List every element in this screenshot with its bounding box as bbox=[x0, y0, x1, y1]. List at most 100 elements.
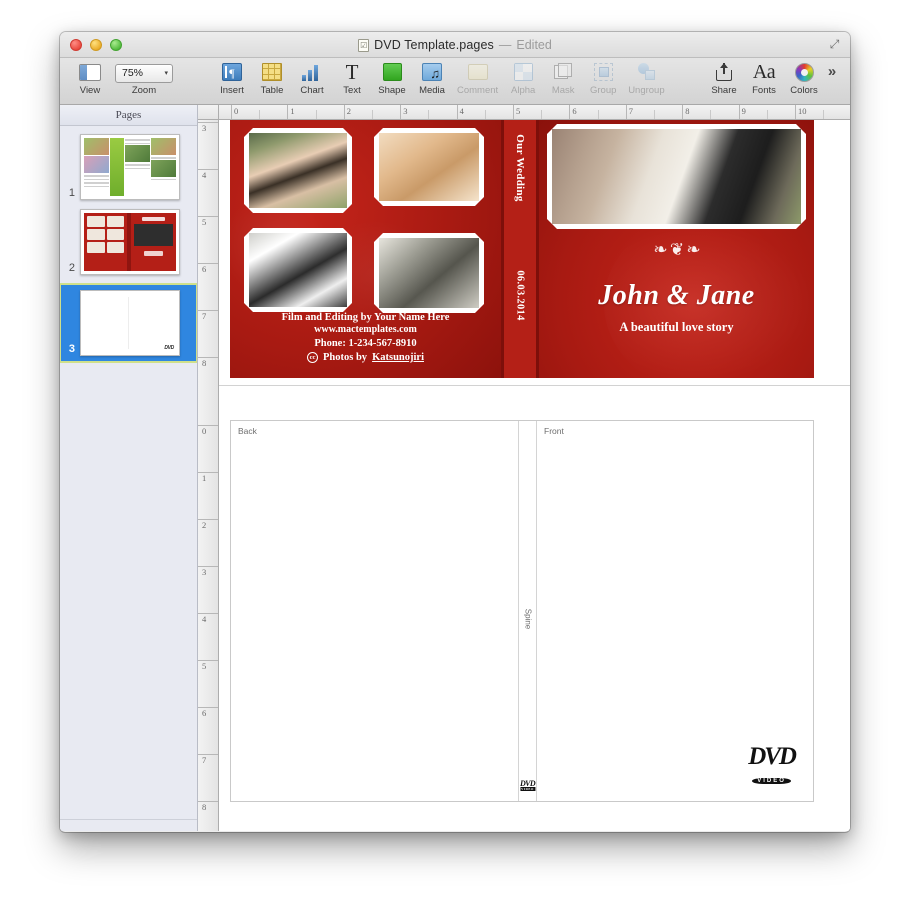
colors-label: Colors bbox=[790, 85, 818, 96]
ruler-tick bbox=[198, 660, 218, 661]
template-spine-region[interactable]: Spine DVD VIDEO bbox=[519, 421, 537, 801]
chart-button[interactable]: Chart bbox=[292, 61, 332, 96]
ruler-half-tick bbox=[372, 110, 373, 119]
group-label: Group bbox=[589, 85, 617, 96]
ruler-tick bbox=[400, 105, 402, 119]
full-screen-icon[interactable]: ⤢ bbox=[828, 38, 841, 51]
couple-walking-photo[interactable] bbox=[547, 124, 806, 229]
sidebar-header: Pages bbox=[60, 105, 197, 126]
ruler-label: 2 bbox=[346, 106, 352, 116]
document-canvas[interactable]: Film and Editing by Your Name Here www.m… bbox=[219, 120, 850, 831]
ruler-label: 2 bbox=[202, 520, 207, 530]
page-thumbnail-3[interactable]: 3 DVD bbox=[60, 283, 197, 363]
couple-names: John & Jane bbox=[598, 280, 755, 311]
window-title: DVD Template.pages bbox=[374, 38, 494, 52]
ruler-tick bbox=[198, 566, 218, 567]
back-credits-text[interactable]: Film and Editing by Your Name Here www.m… bbox=[230, 311, 501, 364]
view-button[interactable]: View bbox=[70, 61, 110, 96]
zoom-value: 75% bbox=[122, 67, 144, 79]
couple-kissing-bw-photo[interactable] bbox=[374, 233, 484, 313]
template-back-label: Back bbox=[238, 426, 257, 436]
ruler-label: 5 bbox=[202, 217, 207, 227]
ruler-tick bbox=[287, 105, 289, 119]
bride-groom-bw-photo[interactable] bbox=[244, 228, 352, 312]
insert-button[interactable]: Insert bbox=[212, 61, 252, 96]
ruler-tick bbox=[198, 122, 218, 123]
comment-icon bbox=[467, 61, 488, 83]
share-icon bbox=[716, 61, 732, 83]
insert-label: Insert bbox=[220, 85, 244, 96]
page-number-1: 1 bbox=[68, 187, 75, 199]
template-front-region[interactable]: Front DVD VIDEO bbox=[537, 421, 813, 801]
share-label: Share bbox=[711, 85, 737, 96]
ruler-tick bbox=[682, 105, 684, 119]
ruler-tick bbox=[738, 105, 740, 119]
ruler-tick bbox=[343, 105, 345, 119]
share-button[interactable]: Share bbox=[704, 61, 744, 96]
text-button[interactable]: T Text bbox=[332, 60, 372, 97]
cover-front-panel[interactable]: ❧ ❦ ❧ John & Jane A beautiful love story bbox=[539, 120, 814, 378]
ruler-tick bbox=[198, 263, 218, 264]
ruler-tick bbox=[625, 105, 627, 119]
shape-label: Shape bbox=[378, 85, 406, 96]
page-thumbnail-1[interactable]: 1 bbox=[60, 134, 197, 200]
page-thumbnail-2[interactable]: 2 bbox=[60, 209, 197, 275]
ruler-label: 4 bbox=[202, 170, 207, 180]
chevron-double-right-icon[interactable]: » bbox=[826, 61, 838, 83]
template-front-label: Front bbox=[544, 426, 564, 436]
text-label: Text bbox=[343, 85, 361, 96]
window-content: Pages 1 2 3 DVD 0 1 2 3 4 5 6 7 8 9 10 3… bbox=[60, 105, 850, 831]
ruler-label: 6 bbox=[202, 264, 207, 274]
dvd-cover-artwork[interactable]: Film and Editing by Your Name Here www.m… bbox=[230, 120, 814, 378]
template-spine-label: Spine bbox=[523, 608, 532, 629]
cover-spine-panel[interactable]: Our Wedding 06.03.2014 bbox=[501, 120, 539, 378]
ruler-tick bbox=[198, 425, 218, 426]
spine-dvd-video-logo: DVD VIDEO bbox=[519, 779, 536, 791]
group-button: Group bbox=[583, 61, 623, 96]
ruler-half-tick bbox=[484, 110, 486, 119]
flourish-ornament-icon: ❧ ❦ ❧ bbox=[653, 240, 700, 259]
photographer-link[interactable]: Katsunojiri bbox=[372, 351, 424, 364]
fonts-button[interactable]: Aa Fonts bbox=[744, 61, 784, 96]
ruler-label: 5 bbox=[202, 661, 207, 671]
blank-dvd-template-page[interactable]: Back Spine DVD VIDEO Front DVD VIDEO bbox=[230, 420, 814, 802]
chevron-down-icon[interactable]: ▾ bbox=[164, 69, 168, 77]
mask-label: Mask bbox=[551, 85, 575, 96]
chart-icon bbox=[302, 61, 322, 83]
cover-back-panel[interactable]: Film and Editing by Your Name Here www.m… bbox=[230, 120, 501, 378]
couple-embracing-photo[interactable] bbox=[244, 128, 352, 213]
ruler-half-tick bbox=[766, 110, 768, 119]
sidebar-title: Pages bbox=[115, 109, 142, 121]
ruler-half-tick bbox=[710, 110, 712, 119]
page-thumbnail-list: 1 2 3 DVD bbox=[60, 126, 197, 819]
ruler-half-tick bbox=[428, 110, 430, 119]
media-label: Media bbox=[419, 85, 445, 96]
ruler-tick bbox=[198, 801, 218, 802]
ruler-half-tick bbox=[654, 110, 655, 119]
colors-button[interactable]: Colors bbox=[784, 61, 824, 96]
page-number-2: 2 bbox=[68, 262, 75, 274]
horizontal-ruler[interactable]: 01234567891011 bbox=[219, 105, 850, 120]
ruler-label: 8 bbox=[685, 106, 690, 116]
ruler-tick bbox=[198, 613, 218, 614]
zoom-popup-icon[interactable]: 75% ▾ bbox=[115, 61, 173, 83]
credit-line-1: Film and Editing by Your Name Here bbox=[281, 311, 450, 323]
vertical-ruler[interactable]: 3 4 5 6 7 8 0 1 2 3 4 5 6 7 8 bbox=[198, 120, 219, 831]
toolbar-overflow-button[interactable]: » bbox=[824, 61, 840, 83]
text-icon: T bbox=[345, 60, 359, 84]
table-label: Table bbox=[260, 85, 284, 96]
main-toolbar: View 75% ▾ Zoom Insert Table bbox=[60, 58, 850, 105]
edited-status: Edited bbox=[516, 38, 552, 52]
media-button[interactable]: Media bbox=[412, 61, 452, 96]
ruler-label: 7 bbox=[202, 311, 207, 321]
wedding-rings-hands-photo[interactable] bbox=[374, 128, 484, 206]
photos-by-label: Photos by bbox=[323, 351, 368, 363]
table-button[interactable]: Table bbox=[252, 61, 292, 96]
shape-button[interactable]: Shape bbox=[372, 61, 412, 96]
template-back-region[interactable]: Back bbox=[231, 421, 519, 801]
spine-date: 06.03.2014 bbox=[514, 270, 526, 321]
window-titlebar[interactable]: ☑ DVD Template.pages — Edited ⤢ bbox=[60, 32, 850, 58]
colors-wheel-icon bbox=[794, 61, 814, 83]
zoom-control[interactable]: 75% ▾ Zoom bbox=[110, 61, 178, 96]
ruler-label: 0 bbox=[202, 426, 207, 436]
